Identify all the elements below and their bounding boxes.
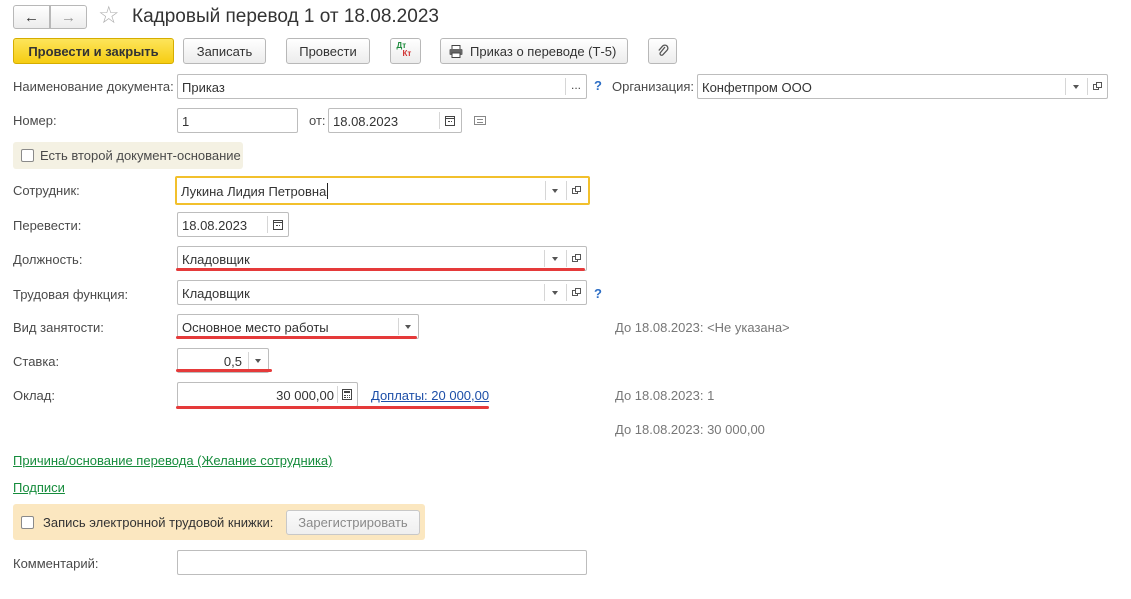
rate-dropdown-icon[interactable] (255, 359, 261, 363)
number-field[interactable]: 1 (177, 108, 298, 133)
employment-type-value: Основное место работы (182, 320, 329, 335)
salary-label: Оклад: (13, 388, 55, 403)
labor-function-label: Трудовая функция: (13, 287, 129, 302)
calendar-icon[interactable] (445, 116, 455, 126)
allowances-link[interactable]: Доплаты: 20 000,00 (371, 388, 489, 403)
doc-name-field[interactable]: Приказ ... (177, 74, 587, 99)
dt-kt-icon: Дт Кт (397, 41, 415, 59)
labor-function-open-icon[interactable] (572, 288, 582, 297)
employment-type-label: Вид занятости: (13, 320, 104, 335)
org-dropdown-icon[interactable] (1073, 85, 1079, 89)
employee-dropdown-icon[interactable] (552, 189, 558, 193)
printer-icon (449, 44, 463, 58)
position-dropdown-icon[interactable] (552, 257, 558, 261)
doc-name-value: Приказ (182, 80, 225, 95)
second-doc-checkbox[interactable] (21, 149, 34, 162)
labor-function-field[interactable]: Кладовщик (177, 280, 587, 305)
position-highlight-underline (176, 268, 585, 271)
date-value: 18.08.2023 (333, 114, 399, 129)
employee-field[interactable]: Лукина Лидия Петровна (175, 176, 590, 205)
labor-function-help-icon[interactable]: ? (594, 286, 602, 301)
arrow-left-icon: ← (24, 8, 39, 26)
employment-type-hint: До 18.08.2023: <Не указана> (615, 320, 790, 335)
rate-highlight-underline (176, 369, 272, 372)
employee-value: Лукина Лидия Петровна (181, 184, 327, 199)
number-settings-icon[interactable] (474, 116, 486, 125)
print-order-button[interactable]: Приказ о переводе (Т-5) (440, 38, 628, 64)
salary-field[interactable]: 30 000,00 (177, 382, 358, 407)
date-field[interactable]: 18.08.2023 (328, 108, 462, 133)
employment-type-highlight-underline (176, 336, 417, 339)
employment-type-dropdown-icon[interactable] (405, 325, 411, 329)
salary-hint: До 18.08.2023: 30 000,00 (615, 422, 765, 437)
rate-label: Ставка: (13, 354, 60, 369)
second-doc-label[interactable]: Есть второй документ-основание (40, 148, 241, 163)
comment-label: Комментарий: (13, 556, 99, 571)
attach-button[interactable] (648, 38, 677, 64)
labor-function-value: Кладовщик (182, 286, 250, 301)
arrow-right-icon: → (61, 8, 76, 26)
org-value: Конфетпром ООО (702, 80, 812, 95)
position-label: Должность: (13, 252, 83, 267)
calendar-icon[interactable] (273, 220, 283, 230)
post-button[interactable]: Провести (286, 38, 370, 64)
register-button[interactable]: Зарегистрировать (286, 510, 420, 535)
salary-highlight-underline (176, 406, 489, 409)
dt-kt-button[interactable]: Дт Кт (390, 38, 421, 64)
doc-name-help-icon[interactable]: ? (594, 78, 602, 93)
kt-label: Кт (402, 49, 412, 58)
number-value: 1 (182, 114, 190, 129)
post-and-close-button[interactable]: Провести и закрыть (13, 38, 174, 64)
salary-value: 30 000,00 (276, 388, 334, 403)
labor-function-dropdown-icon[interactable] (552, 291, 558, 295)
org-field[interactable]: Конфетпром ООО (697, 74, 1108, 99)
rate-hint: До 18.08.2023: 1 (615, 388, 715, 403)
number-label: Номер: (13, 113, 57, 128)
org-label: Организация: (612, 79, 695, 94)
star-favorite-icon[interactable]: ☆ (98, 3, 120, 29)
print-order-label: Приказ о переводе (Т-5) (470, 43, 617, 59)
employee-label: Сотрудник: (13, 183, 80, 198)
back-button[interactable]: ← (13, 5, 50, 29)
doc-name-label: Наименование документа: (13, 79, 174, 94)
doc-name-select-button[interactable]: ... (571, 78, 581, 92)
position-value: Кладовщик (182, 252, 250, 267)
transfer-reason-link[interactable]: Причина/основание перевода (Желание сотр… (13, 453, 333, 468)
employee-open-icon[interactable] (572, 186, 582, 195)
transfer-date-value: 18.08.2023 (182, 218, 248, 233)
position-open-icon[interactable] (572, 254, 582, 263)
window-title: Кадровый перевод 1 от 18.08.2023 (132, 6, 439, 27)
transfer-date-field[interactable]: 18.08.2023 (177, 212, 289, 237)
save-button[interactable]: Записать (183, 38, 266, 64)
forward-button[interactable]: → (50, 5, 87, 29)
signatures-link[interactable]: Подписи (13, 480, 65, 495)
calculator-icon[interactable] (342, 389, 352, 400)
org-open-icon[interactable] (1093, 82, 1103, 91)
comment-field[interactable] (177, 550, 587, 575)
rate-value: 0,5 (223, 354, 242, 369)
text-cursor (327, 183, 328, 199)
from-label: от: (309, 113, 326, 128)
ewb-label[interactable]: Запись электронной трудовой книжки: (43, 515, 273, 530)
transfer-date-label: Перевести: (13, 218, 82, 233)
ewb-checkbox[interactable] (21, 516, 34, 529)
paperclip-icon (657, 44, 669, 56)
